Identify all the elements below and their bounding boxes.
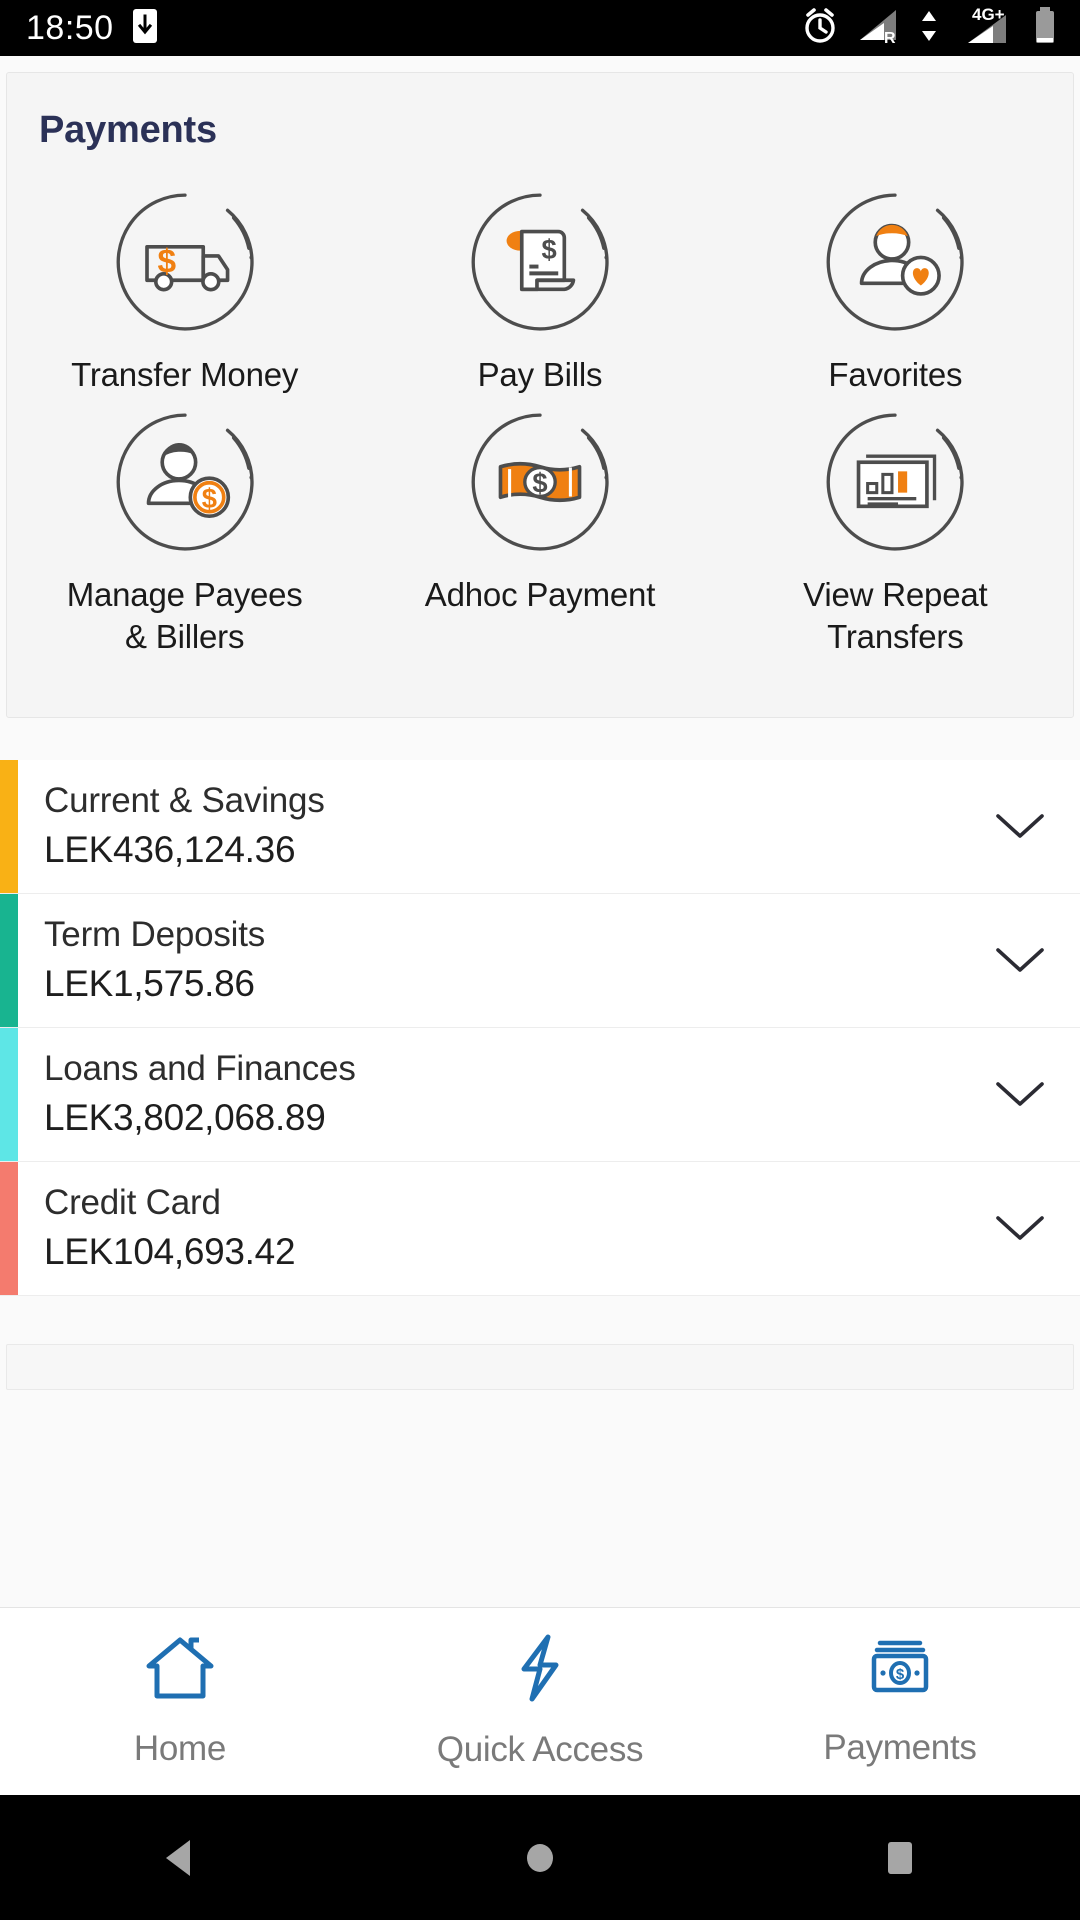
- tile-transfer-money[interactable]: $ Transfer Money: [7, 186, 362, 396]
- accounts-list: Current & Savings LEK436,124.36 Term Dep…: [0, 759, 1080, 1296]
- payments-tile-grid: $ Transfer Money $ Pay Bills Favorites $…: [7, 186, 1073, 659]
- account-text: Credit Card LEK104,693.42: [18, 1162, 960, 1295]
- data-transfer-icon: [918, 6, 940, 51]
- bill-receipt-icon: $: [464, 186, 616, 338]
- back-triangle-icon[interactable]: [90, 1795, 270, 1920]
- svg-text:$: $: [532, 468, 547, 499]
- status-clock: 18:50: [26, 8, 114, 47]
- svg-text:$: $: [541, 234, 556, 265]
- account-balance: LEK1,575.86: [44, 963, 255, 1005]
- svg-text:R: R: [884, 30, 896, 46]
- account-name: Loans and Finances: [44, 1049, 356, 1089]
- tile-adhoc-payment[interactable]: $ Adhoc Payment: [362, 406, 717, 658]
- recents-square-icon[interactable]: [810, 1795, 990, 1920]
- status-bar: 18:50 R 4G+: [0, 0, 1080, 56]
- chevron-down-icon[interactable]: [960, 1162, 1080, 1295]
- download-to-phone-icon: [132, 8, 158, 49]
- section-gap: [0, 717, 1080, 760]
- nav-label: Payments: [823, 1728, 977, 1767]
- tile-view-repeat-transfers[interactable]: View Repeat Transfers: [718, 406, 1073, 658]
- tile-label: View Repeat Transfers: [803, 576, 988, 656]
- chevron-down-icon[interactable]: [960, 1028, 1080, 1161]
- battery-icon: [1032, 5, 1058, 52]
- nav-item-payments[interactable]: $ Payments: [720, 1608, 1080, 1795]
- account-color-bar: [0, 1161, 18, 1295]
- signal-roaming-icon: R: [856, 6, 902, 51]
- tile-label: Manage Payees & Billers: [66, 576, 303, 656]
- table-row[interactable]: Current & Savings LEK436,124.36: [0, 759, 1080, 894]
- nav-label: Quick Access: [436, 1730, 644, 1769]
- account-text: Term Deposits LEK1,575.86: [18, 894, 960, 1027]
- table-row[interactable]: Term Deposits LEK1,575.86: [0, 893, 1080, 1028]
- alarm-clock-icon: [800, 6, 840, 51]
- nav-item-quick-access[interactable]: Quick Access: [360, 1608, 720, 1795]
- tile-manage-payees-billers[interactable]: $ Manage Payees & Billers: [7, 406, 362, 658]
- money-stack-icon: $: [866, 1635, 934, 1706]
- page-title: Payments: [39, 109, 217, 151]
- app-content: Payments $ Transfer Money $ Pay Bills Fa…: [0, 56, 1080, 1607]
- tile-pay-bills[interactable]: $ Pay Bills: [362, 186, 717, 396]
- account-balance: LEK104,693.42: [44, 1231, 296, 1273]
- tile-label: Favorites: [828, 356, 963, 393]
- signal-4g-icon: 4G+: [956, 5, 1016, 52]
- account-balance: LEK436,124.36: [44, 829, 296, 871]
- bottom-navigation-bar: Home Quick Access $ Payments: [0, 1607, 1080, 1795]
- placeholder-strip: [6, 1343, 1074, 1390]
- nav-label: Home: [133, 1729, 227, 1768]
- status-bar-right: R 4G+: [800, 5, 1058, 52]
- home-icon: [143, 1634, 217, 1707]
- account-name: Credit Card: [44, 1183, 221, 1223]
- banknote-icon: $: [464, 406, 616, 558]
- chevron-down-icon[interactable]: [960, 894, 1080, 1027]
- account-color-bar: [0, 759, 18, 893]
- account-balance: LEK3,802,068.89: [44, 1097, 326, 1139]
- account-name: Current & Savings: [44, 781, 325, 821]
- account-text: Current & Savings LEK436,124.36: [18, 760, 960, 893]
- payments-card: Payments $ Transfer Money $ Pay Bills Fa…: [6, 72, 1074, 718]
- status-bar-left: 18:50: [26, 8, 158, 49]
- svg-text:$: $: [157, 244, 176, 281]
- nav-item-home[interactable]: Home: [0, 1608, 360, 1795]
- tile-label: Adhoc Payment: [424, 576, 656, 614]
- chevron-down-icon[interactable]: [960, 760, 1080, 893]
- svg-text:$: $: [201, 483, 216, 514]
- person-coin-icon: $: [109, 406, 261, 558]
- table-row[interactable]: Credit Card LEK104,693.42: [0, 1161, 1080, 1296]
- android-navigation-bar: [0, 1795, 1080, 1920]
- person-heart-icon: [819, 186, 971, 338]
- tile-label: Pay Bills: [477, 356, 603, 393]
- table-row[interactable]: Loans and Finances LEK3,802,068.89: [0, 1027, 1080, 1162]
- tile-label: Transfer Money: [71, 356, 299, 393]
- chart-card-icon: [819, 406, 971, 558]
- svg-text:$: $: [896, 1666, 905, 1683]
- account-color-bar: [0, 893, 18, 1027]
- account-text: Loans and Finances LEK3,802,068.89: [18, 1028, 960, 1161]
- home-circle-icon[interactable]: [450, 1795, 630, 1920]
- account-name: Term Deposits: [44, 915, 266, 955]
- money-van-icon: $: [109, 186, 261, 338]
- list-bottom-spacer: [0, 1295, 1080, 1607]
- tile-favorites[interactable]: Favorites: [718, 186, 1073, 396]
- account-color-bar: [0, 1027, 18, 1161]
- lightning-bolt-icon: [510, 1633, 570, 1708]
